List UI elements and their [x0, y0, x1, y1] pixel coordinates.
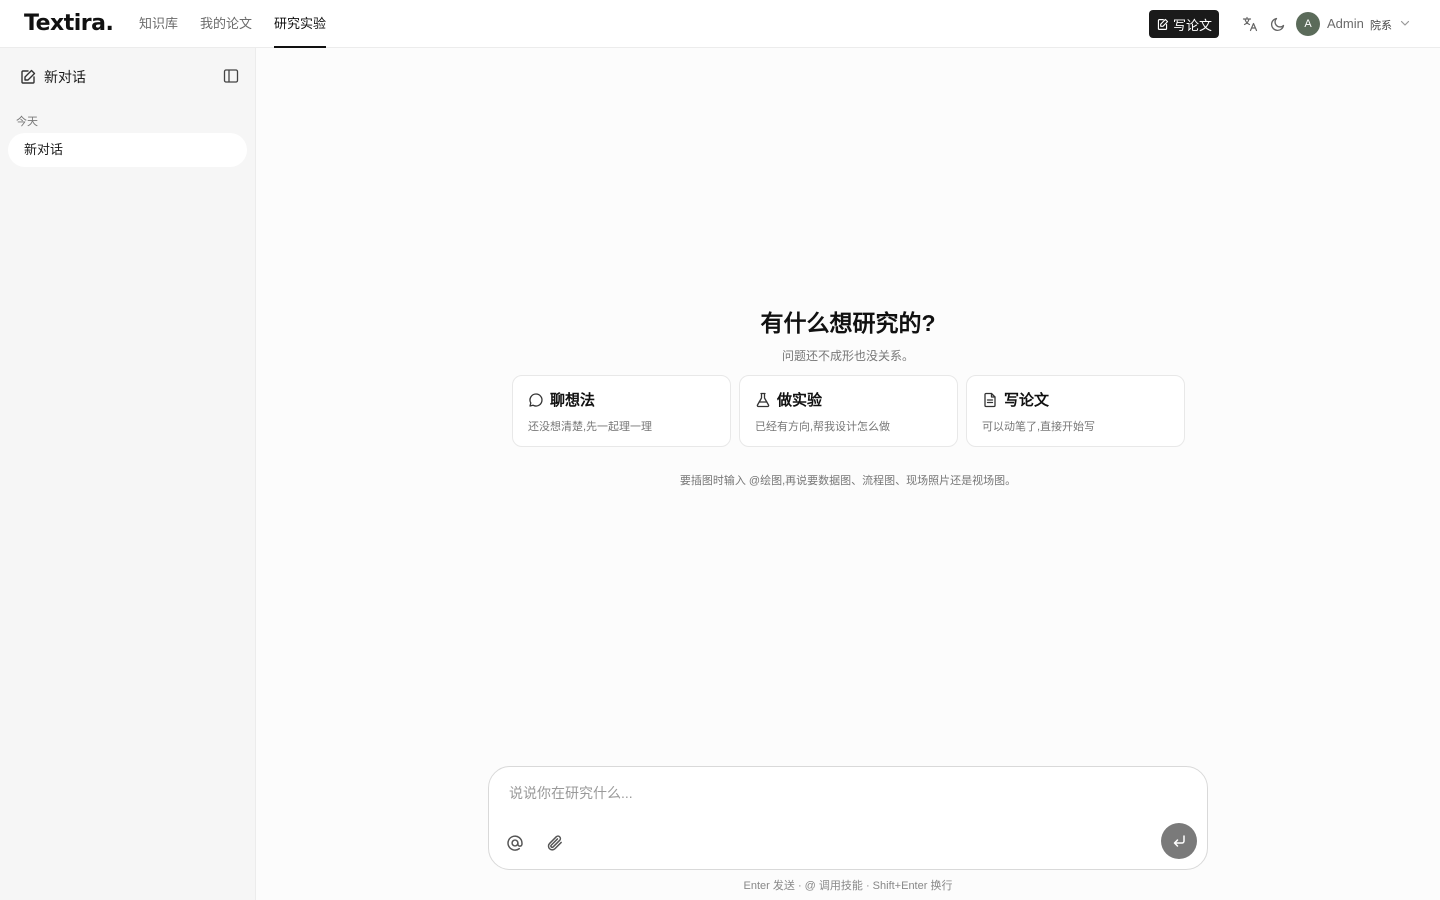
send-button[interactable]: [1161, 823, 1197, 859]
write-paper-label: 写论文: [1172, 17, 1212, 33]
main-content: 有什么想研究的? 问题还不成形也没关系。 聊想法 还没想清楚,先一起理一理 做实…: [256, 48, 1440, 900]
nav-my-papers[interactable]: 我的论文: [200, 0, 252, 48]
card-description: 已经有方向,帮我设计怎么做: [755, 421, 891, 433]
sidebar: 新对话 今天 新对话: [0, 48, 256, 900]
nav-research-experiments[interactable]: 研究实验: [274, 0, 327, 48]
page-title: 有什么想研究的?: [760, 310, 936, 336]
document-icon: [984, 392, 996, 407]
page-subtitle: 问题还不成形也没关系。: [781, 349, 914, 363]
card-description: 还没想清楚,先一起理一理: [528, 421, 653, 433]
translate-icon[interactable]: [1242, 16, 1258, 32]
paperclip-icon[interactable]: [546, 834, 564, 852]
user-avatar[interactable]: A: [1296, 12, 1320, 36]
card-title: 写论文: [1004, 392, 1050, 409]
new-chat-label: 新对话: [44, 69, 86, 85]
keyboard-shortcut-hint: Enter 发送 · @ 调用技能 · Shift+Enter 换行: [743, 880, 953, 892]
flask-icon: [756, 392, 770, 407]
card-title: 做实验: [777, 392, 823, 409]
new-chat-button[interactable]: 新对话: [20, 67, 86, 87]
history-section-today: 今天: [16, 116, 38, 128]
mode-cards: 聊想法 还没想清楚,先一起理一理 做实验 已经有方向,帮我设计怎么做 写论文 可…: [512, 375, 1193, 447]
main-nav: 知识库 我的论文 研究实验: [139, 0, 348, 48]
card-description: 可以动笔了,直接开始写: [982, 421, 1096, 433]
chat-bubble-icon: [529, 392, 543, 407]
at-mention-icon[interactable]: [506, 834, 524, 852]
card-title: 聊想法: [550, 392, 596, 409]
top-bar: Textira. 知识库 我的论文 研究实验 写论文 A Admin 院系: [0, 0, 1440, 48]
chevron-down-icon[interactable]: [1399, 17, 1411, 29]
card-write-paper[interactable]: 写论文 可以动笔了,直接开始写: [966, 375, 1185, 447]
card-chat-ideas[interactable]: 聊想法 还没想清楚,先一起理一理: [512, 375, 731, 447]
enter-arrow-icon: [1173, 835, 1185, 847]
user-name[interactable]: Admin: [1327, 16, 1364, 31]
sidebar-toggle-icon[interactable]: [223, 68, 239, 84]
write-paper-button[interactable]: 写论文: [1149, 10, 1219, 38]
message-input[interactable]: [509, 782, 1149, 804]
app-logo[interactable]: Textira.: [24, 11, 114, 36]
compose-icon: [21, 69, 36, 84]
message-composer: [488, 766, 1208, 870]
edit-document-icon: [1157, 18, 1169, 30]
drawing-hint: 要插图时输入 @绘图,再说要数据图、流程图、现场照片还是视场图。: [679, 475, 1017, 487]
conversation-item[interactable]: 新对话: [8, 133, 247, 167]
card-do-experiment[interactable]: 做实验 已经有方向,帮我设计怎么做: [739, 375, 958, 447]
dark-mode-moon-icon[interactable]: [1270, 16, 1286, 32]
user-role: 院系: [1370, 20, 1392, 32]
nav-knowledge-base[interactable]: 知识库: [139, 0, 178, 48]
